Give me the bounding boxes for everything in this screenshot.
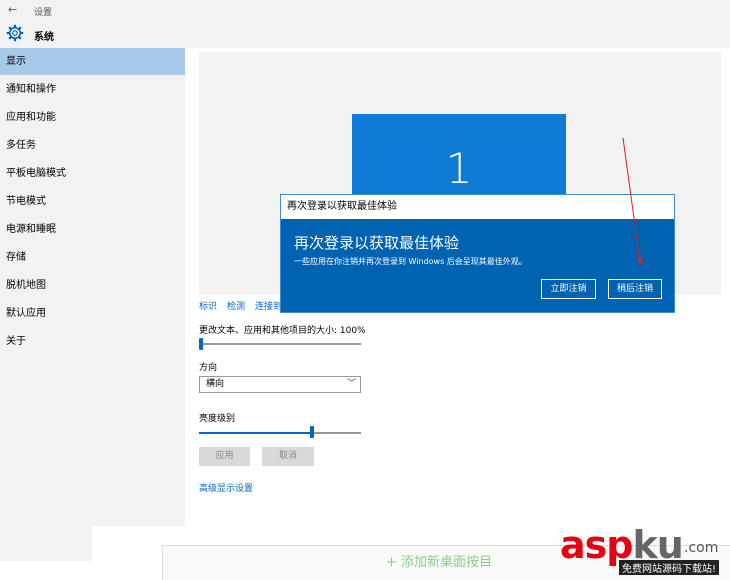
sidebar-item-storage[interactable]: 存储: [0, 244, 185, 271]
brightness-label: 亮度级别: [199, 414, 236, 424]
sidebar-item-notifications[interactable]: 通知和操作: [0, 76, 185, 103]
sidebar-item-power-sleep[interactable]: 电源和睡眠: [0, 216, 185, 243]
app-header: 系统: [0, 20, 730, 48]
scale-label: 更改文本、应用和其他项目的大小: 100%: [199, 326, 366, 336]
orientation-label: 方向: [199, 363, 218, 373]
sidebar-item-tablet-mode[interactable]: 平板电脑模式: [0, 160, 185, 187]
monitor-number: 1: [445, 144, 473, 193]
dialog-heading: 再次登录以获取最佳体验: [294, 234, 460, 252]
identify-link[interactable]: 标识: [199, 302, 217, 312]
brightness-slider-fill: [199, 432, 310, 434]
detect-link[interactable]: 检测: [227, 302, 245, 312]
signout-now-button[interactable]: 立即注销: [541, 279, 596, 299]
brightness-slider-thumb[interactable]: [309, 426, 314, 438]
bottom-text: + 添加新桌面按目: [386, 555, 493, 570]
connect-link[interactable]: 连接到: [255, 302, 282, 312]
watermark-tagline: 免费网站源码下载站!: [619, 560, 720, 575]
orientation-select[interactable]: 横向 ﹀: [199, 376, 361, 393]
orientation-value: 横向: [206, 379, 225, 389]
bottom-gray-panel: [0, 526, 92, 561]
advanced-display-settings-link[interactable]: 高级显示设置: [199, 481, 253, 494]
scale-slider-track[interactable]: [199, 343, 361, 345]
sidebar-item-apps[interactable]: 应用和功能: [0, 104, 185, 131]
sidebar-item-about[interactable]: 关于: [0, 328, 185, 355]
dialog-message: 一些应用在你注销并再次登录到 Windows 后会呈现其最佳外观。: [294, 257, 527, 266]
sidebar-item-default-apps[interactable]: 默认应用: [0, 300, 185, 327]
back-button[interactable]: ←: [8, 3, 17, 16]
chevron-down-icon: ﹀: [346, 379, 356, 389]
cancel-button[interactable]: 取消: [262, 447, 314, 466]
window-titlebar: ← 设置: [0, 0, 730, 20]
signout-later-button[interactable]: 稍后注销: [608, 279, 662, 299]
window-title: 设置: [34, 8, 53, 18]
page-title: 系统: [34, 32, 54, 43]
display-links: 标识 检测 连接到: [199, 299, 292, 312]
apply-button[interactable]: 应用: [199, 447, 250, 466]
watermark-domain: .com: [684, 540, 719, 556]
sidebar-item-display[interactable]: 显示: [0, 48, 185, 75]
dialog-title: 再次登录以获取最佳体验: [281, 195, 674, 219]
sidebar-item-offline-maps[interactable]: 脱机地图: [0, 272, 185, 299]
gear-icon: [6, 24, 24, 42]
sidebar-item-multitasking[interactable]: 多任务: [0, 132, 185, 159]
sidebar-item-battery-saver[interactable]: 节电模式: [0, 188, 185, 215]
signin-dialog: 再次登录以获取最佳体验 再次登录以获取最佳体验 一些应用在你注销并再次登录到 W…: [280, 194, 675, 313]
sidebar: 显示 通知和操作 应用和功能 多任务 平板电脑模式 节电模式 电源和睡眠 存储 …: [0, 48, 185, 526]
monitor-tile[interactable]: 1: [352, 114, 566, 196]
scale-slider-thumb[interactable]: [199, 338, 203, 350]
